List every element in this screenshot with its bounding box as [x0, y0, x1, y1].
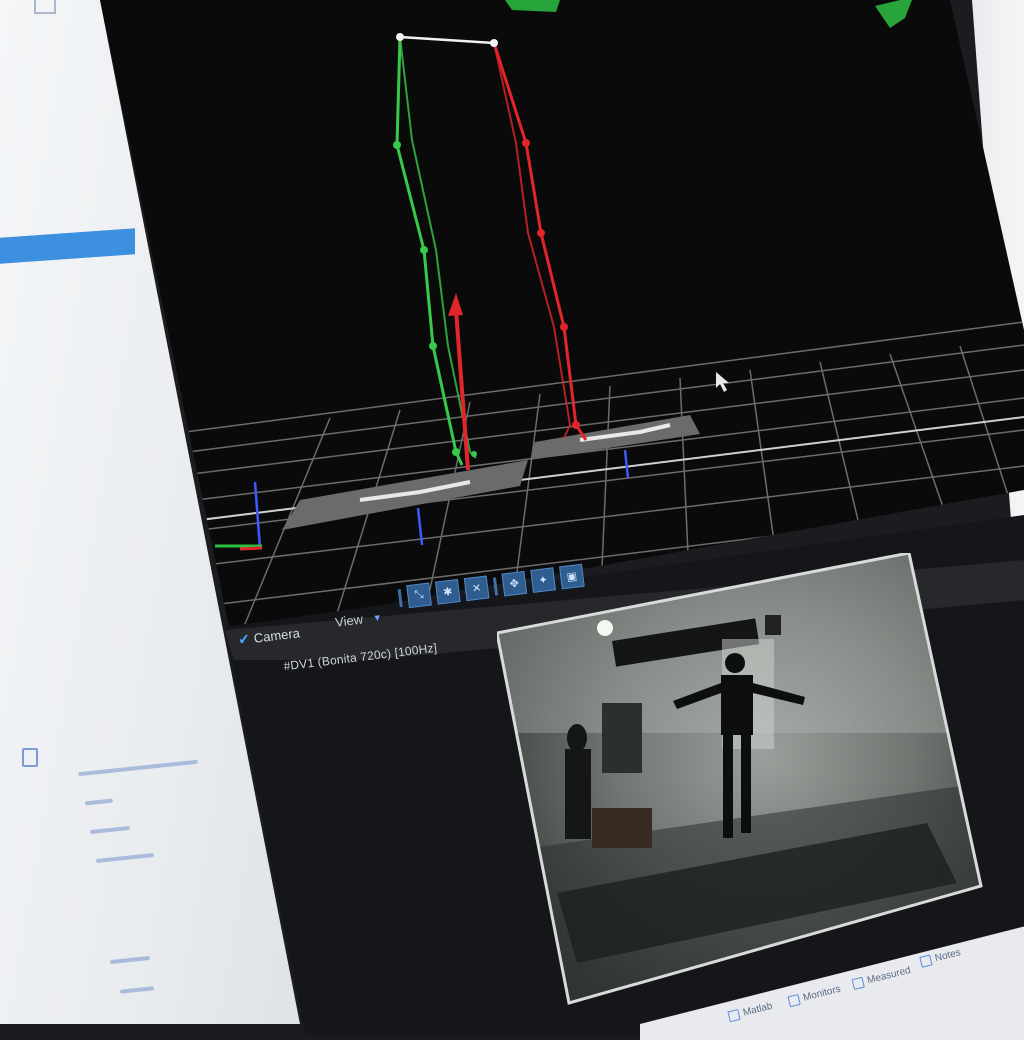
- camera-model[interactable]: [505, 0, 560, 12]
- origin-axes-icon: [215, 544, 263, 551]
- camera-model[interactable]: [875, 0, 912, 28]
- separator-icon: [492, 576, 499, 596]
- pan-icon[interactable]: ✕: [463, 575, 490, 602]
- mouse-cursor-icon: [716, 372, 729, 392]
- tree-item[interactable]: [84, 798, 114, 806]
- force-vector-arrowhead: [448, 293, 463, 316]
- folder-icon[interactable]: [34, 0, 56, 14]
- tree-item[interactable]: [119, 986, 155, 994]
- frame-icon[interactable]: ▣: [559, 563, 585, 590]
- document-icon[interactable]: [22, 748, 38, 767]
- tree-item[interactable]: [78, 759, 198, 777]
- hip-segment: [399, 35, 495, 45]
- ceiling-light: [597, 620, 613, 636]
- checkmark-icon: ✔: [237, 630, 251, 648]
- tree-item[interactable]: [95, 852, 155, 864]
- move-down-icon[interactable]: ✦: [530, 567, 556, 593]
- led-counter: [765, 615, 781, 635]
- zoom-icon[interactable]: ✱: [435, 578, 461, 605]
- tree-item[interactable]: [109, 955, 151, 965]
- person-background: [565, 724, 591, 839]
- window: [602, 703, 642, 773]
- move-up-icon[interactable]: ✥: [501, 570, 528, 597]
- chevron-down-icon: ▼: [372, 611, 383, 623]
- zoom-extents-icon[interactable]: ⤡: [406, 582, 432, 609]
- selected-tree-item[interactable]: [0, 228, 135, 264]
- tree-item[interactable]: [89, 825, 131, 835]
- desk: [592, 808, 652, 848]
- right-leg-segment: [493, 42, 572, 439]
